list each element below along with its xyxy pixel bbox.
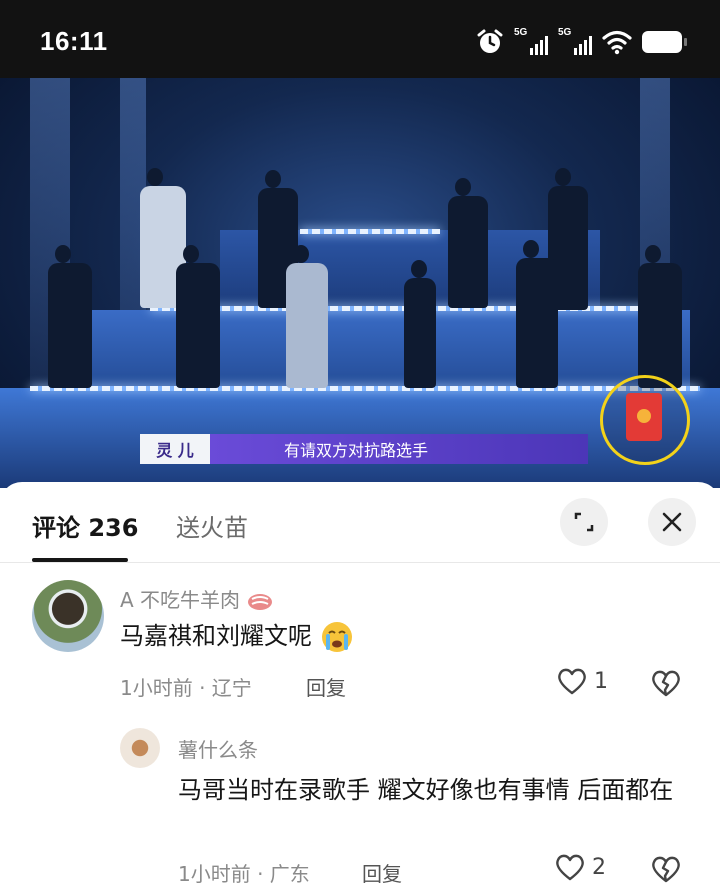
battery-icon xyxy=(642,31,687,53)
crying-face-emoji-icon xyxy=(321,622,352,652)
performer xyxy=(286,245,328,388)
reply-button[interactable]: 回复 xyxy=(362,858,402,887)
wifi-icon xyxy=(602,30,632,55)
status-time: 16:11 xyxy=(40,26,108,56)
network-label: 5G xyxy=(558,27,572,38)
status-icons: 5G 5G xyxy=(476,27,687,56)
performer xyxy=(404,260,436,388)
active-tab-indicator xyxy=(32,558,128,562)
dislike-button[interactable] xyxy=(650,854,682,888)
like-count: 1 xyxy=(594,668,608,694)
broken-heart-icon xyxy=(652,670,680,697)
expand-button[interactable] xyxy=(560,498,608,546)
comment-text: 马嘉祺和刘耀文呢 xyxy=(120,616,354,656)
comment-meta: 1小时前 · 广东 xyxy=(178,862,310,886)
performer xyxy=(448,178,488,308)
network-label: 5G xyxy=(514,27,528,38)
caption-speaker: 灵 儿 xyxy=(140,434,210,464)
panel-tabs: 评论 236 送火苗 xyxy=(0,482,720,563)
red-envelope-icon[interactable] xyxy=(600,375,690,465)
reply-button[interactable]: 回复 xyxy=(306,672,346,701)
video-caption: 灵 儿 有请双方对抗路选手 xyxy=(140,434,588,464)
avatar[interactable] xyxy=(32,580,104,652)
comment-text: 马哥当时在录歌手 耀文好像也有事情 后面都在 xyxy=(178,776,674,804)
alarm-icon xyxy=(477,29,503,53)
like-button[interactable]: 2 xyxy=(554,852,606,882)
performer xyxy=(516,240,558,388)
caption-text: 有请双方对抗路选手 xyxy=(210,434,588,464)
status-bar: 16:11 5G 5G xyxy=(0,0,720,78)
signal-icon: 5G xyxy=(514,27,548,55)
heart-icon xyxy=(558,668,586,695)
username-text: A 不吃牛羊肉 xyxy=(120,588,241,612)
performer xyxy=(176,245,220,388)
signal-icon: 5G xyxy=(558,27,592,55)
dislike-button[interactable] xyxy=(650,668,682,702)
led-strip xyxy=(300,229,440,234)
comments-count: 236 xyxy=(88,514,139,542)
tab-comments[interactable]: 评论 236 xyxy=(32,508,138,543)
performer xyxy=(638,245,682,388)
meat-emoji-icon xyxy=(248,593,273,610)
comment-username[interactable]: 薯什么条 xyxy=(178,734,258,763)
comments-panel: 评论 236 送火苗 A 不吃牛羊肉 马嘉祺和刘耀文呢 1小时前 · 辽宁 回复… xyxy=(0,482,720,886)
close-icon xyxy=(662,512,682,532)
heart-icon xyxy=(556,854,584,881)
broken-heart-icon xyxy=(652,856,680,883)
comment-body: 马嘉祺和刘耀文呢 xyxy=(120,622,312,650)
avatar[interactable] xyxy=(120,728,160,768)
like-button[interactable]: 1 xyxy=(556,666,608,696)
tab-comments-label: 评论 xyxy=(32,514,80,542)
comment-username[interactable]: A 不吃牛羊肉 xyxy=(120,584,274,613)
tab-send-flame[interactable]: 送火苗 xyxy=(176,508,248,543)
expand-icon xyxy=(574,512,594,532)
comment-meta: 1小时前 · 辽宁 xyxy=(120,676,252,700)
video-player[interactable]: 灵 儿 有请双方对抗路选手 xyxy=(0,78,720,488)
close-button[interactable] xyxy=(648,498,696,546)
performer xyxy=(48,245,92,388)
